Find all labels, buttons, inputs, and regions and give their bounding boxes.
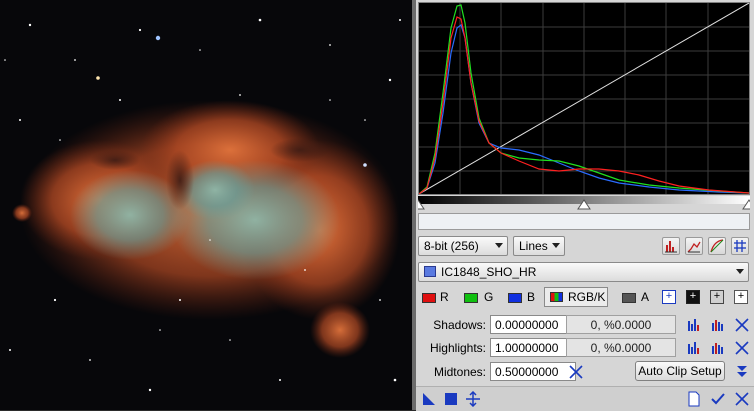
check-icon[interactable]: [710, 391, 726, 407]
apply-global-icon[interactable]: [443, 391, 459, 407]
green-channel-label[interactable]: G: [484, 290, 493, 304]
curve-icon[interactable]: [708, 237, 726, 255]
histogram-log-icon[interactable]: [662, 237, 680, 255]
highlights-reset-icon[interactable]: [734, 340, 750, 356]
red-channel-label[interactable]: R: [440, 290, 449, 304]
rgbk-channel-button[interactable]: RGB/K: [544, 287, 608, 307]
process-bottom-bar: [416, 386, 754, 411]
graph-style-combo[interactable]: Lines: [513, 236, 565, 256]
green-channel-swatch[interactable]: [464, 293, 478, 303]
grid-icon[interactable]: [731, 237, 749, 255]
highlights-input[interactable]: 1.00000000: [490, 338, 576, 357]
resolution-combo[interactable]: 8-bit (256): [418, 236, 508, 256]
rgbk-swatch: [550, 292, 563, 302]
highlights-clip-icon[interactable]: [686, 340, 702, 356]
graph-style-label: Lines: [519, 239, 548, 253]
image-view-icon: [424, 266, 436, 277]
highlights-label: Highlights:: [429, 341, 486, 355]
blue-channel-swatch[interactable]: [508, 293, 522, 303]
shadows-clip-icon[interactable]: [686, 317, 702, 333]
midtones-label: Midtones:: [433, 365, 486, 379]
highlights-plus-icon[interactable]: +: [734, 290, 748, 304]
channel-selector-row: R G B RGB/K A + + + +: [416, 287, 754, 307]
shadows-label: Shadows:: [433, 318, 486, 332]
histogram-transformation-panel: 8-bit (256) Lines IC1848_SHO_HR R G B RG…: [416, 0, 754, 411]
real-time-preview-icon[interactable]: [465, 390, 481, 408]
chevron-down-icon: [495, 243, 503, 248]
nebula-image: [0, 0, 412, 410]
midtones-plus-icon[interactable]: +: [710, 290, 724, 304]
reset-icon[interactable]: [734, 391, 750, 407]
histogram-plot[interactable]: [418, 2, 750, 195]
red-channel-swatch[interactable]: [422, 293, 436, 303]
blue-channel-label[interactable]: B: [527, 290, 535, 304]
chevron-down-icon: [552, 243, 560, 248]
highlights-clip-readout: 0, %0.0000: [566, 338, 676, 357]
auto-clip-setup-button[interactable]: Auto Clip Setup: [635, 361, 725, 381]
output-preview-strip: [418, 213, 750, 230]
auto-clip-icon[interactable]: [734, 363, 750, 379]
resolution-label: 8-bit (256): [424, 239, 479, 253]
rgbk-channel-label: RGB/K: [568, 290, 606, 304]
shadows-reset-icon[interactable]: [734, 317, 750, 333]
shadows-clip-alt-icon[interactable]: [710, 317, 726, 333]
alpha-channel-swatch[interactable]: [622, 293, 636, 303]
view-target-label: IC1848_SHO_HR: [441, 265, 537, 279]
shadows-clip-readout: 0, %0.0000: [566, 315, 676, 334]
input-range-slider[interactable]: [418, 196, 750, 210]
new-instance-icon[interactable]: [421, 391, 437, 407]
view-selector-combo[interactable]: IC1848_SHO_HR: [418, 262, 749, 282]
histogram-cumulative-icon[interactable]: [685, 237, 703, 255]
shadows-plus-icon[interactable]: +: [686, 290, 700, 304]
document-icon[interactable]: [686, 391, 702, 407]
chevron-down-icon: [736, 269, 744, 274]
shadows-input[interactable]: 0.00000000: [490, 315, 576, 334]
midtones-input[interactable]: 0.50000000: [490, 362, 576, 381]
alpha-channel-label[interactable]: A: [641, 290, 649, 304]
midtones-reset-icon[interactable]: [568, 364, 584, 380]
zoom-in-icon[interactable]: +: [662, 290, 676, 304]
highlights-clip-alt-icon[interactable]: [710, 340, 726, 356]
